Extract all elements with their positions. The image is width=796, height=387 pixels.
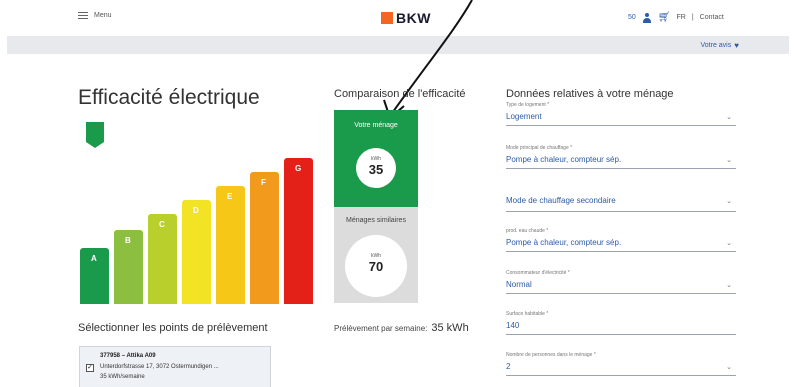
metering-point-item[interactable]: ✓ 377958 – Attika A09 Unterdorfstrasse 1… [79, 346, 271, 387]
form-field-0[interactable]: Type de logement * Logement ⌄ [506, 100, 736, 126]
form-field-1[interactable]: Mode principal de chauffage * Pompe à cha… [506, 143, 736, 169]
efficiency-bar-e: E [216, 186, 245, 304]
metering-point-id: 377958 – Attika A09 [100, 353, 156, 359]
weekly-label: Prélèvement par semaine: [334, 324, 428, 333]
form-field-value: Logement [506, 112, 542, 121]
header-actions: 50 🛒︎ FR | Contact [628, 12, 724, 23]
form-field-label: prod. eau chaude * [506, 228, 549, 234]
feedback-link[interactable]: Votre avis ♥ [701, 41, 740, 50]
form-title: Données relatives à votre ménage [506, 88, 674, 100]
chevron-down-icon[interactable]: ⌄ [726, 113, 732, 121]
efficiency-bar-label: A [91, 254, 97, 263]
form-field-3[interactable]: prod. eau chaude * Pompe à chaleur, compt… [506, 226, 736, 252]
chevron-down-icon[interactable]: ⌄ [726, 281, 732, 289]
own-consumption-circle: kWh 35 [356, 148, 396, 188]
efficiency-bar-g: G [284, 158, 313, 304]
menu-label: Menu [94, 12, 112, 19]
form-field-value: Mode de chauffage secondaire [506, 196, 616, 205]
selection-title: Sélectionner les points de prélèvement [78, 322, 268, 334]
efficiency-bar-label: C [159, 220, 165, 229]
similar-households-card: Ménages similaires kWh 70 [334, 207, 418, 303]
form-field-value: 140 [506, 321, 520, 330]
similar-households-label: Ménages similaires [346, 217, 406, 224]
chevron-down-icon[interactable]: ⌄ [726, 197, 732, 205]
form-field-label: Consommateur d'électricité * [506, 270, 570, 276]
form-field-4[interactable]: Consommateur d'électricité * Normal ⌄ [506, 268, 736, 294]
page-title: Efficacité électrique [78, 86, 260, 109]
metering-point-consumption: 35 kWh/semaine [100, 374, 145, 380]
feedback-label: Votre avis [700, 42, 732, 49]
contact-link[interactable]: Contact [700, 14, 724, 21]
form-field-value: Pompe à chaleur, compteur sép. [506, 238, 622, 247]
heart-icon: ♥ [734, 41, 739, 50]
form-field-label: Type de logement * [506, 102, 550, 108]
menu-button[interactable]: Menu [78, 12, 112, 19]
efficiency-bar-b: B [114, 230, 143, 304]
efficiency-bar-c: C [148, 214, 177, 304]
shield-icon [86, 122, 104, 148]
form-field-value: Normal [506, 280, 532, 289]
form-field-label: Nombre de personnes dans le ménage * [506, 352, 596, 358]
efficiency-bar-label: B [125, 236, 131, 245]
form-field-6[interactable]: Nombre de personnes dans le ménage * 2 ⌄ [506, 350, 736, 376]
header-separator: | [691, 14, 694, 21]
chevron-down-icon[interactable]: ⌄ [726, 239, 732, 247]
own-household-label: Votre ménage [354, 122, 398, 129]
form-field-5[interactable]: Surface habitable * 140 [506, 309, 736, 335]
similar-value: 70 [368, 259, 384, 274]
metering-point-checkbox[interactable]: ✓ [86, 364, 94, 372]
efficiency-bar-f: F [250, 172, 279, 304]
own-value: 35 [368, 162, 384, 177]
user-number[interactable]: 50 [628, 14, 636, 21]
form-field-2[interactable]: Mode de chauffage secondaire ⌄ [506, 186, 736, 212]
efficiency-bar-a: A [80, 248, 109, 304]
form-field-value: 2 [506, 362, 511, 371]
efficiency-bar-label: E [227, 192, 233, 201]
metering-point-address: Unterdorfstrasse 17, 3072 Ostermundigen … [100, 364, 219, 370]
similar-consumption-circle: kWh 70 [345, 235, 407, 297]
efficiency-bar-label: F [261, 178, 266, 187]
form-field-label: Mode principal de chauffage * [506, 145, 573, 151]
own-household-card: Votre ménage kWh 35 [334, 110, 418, 207]
weekly-value: 35 kWh [431, 322, 469, 334]
cart-icon[interactable]: 🛒︎ [658, 12, 671, 23]
weekly-consumption: Prélèvement par semaine: 35 kWh [334, 322, 469, 334]
efficiency-bar-d: D [182, 200, 211, 304]
comparison-title: Comparaison de l'efficacité [334, 88, 466, 100]
efficiency-bar-label: D [193, 206, 199, 215]
chevron-down-icon[interactable]: ⌄ [726, 156, 732, 164]
form-field-label: Surface habitable * [506, 311, 549, 317]
form-field-value: Pompe à chaleur, compteur sép. [506, 155, 622, 164]
language-switch[interactable]: FR [677, 14, 686, 21]
user-icon[interactable] [642, 12, 652, 23]
efficiency-bar-label: G [295, 164, 302, 173]
chevron-down-icon[interactable]: ⌄ [726, 363, 732, 371]
hamburger-icon [78, 12, 88, 19]
